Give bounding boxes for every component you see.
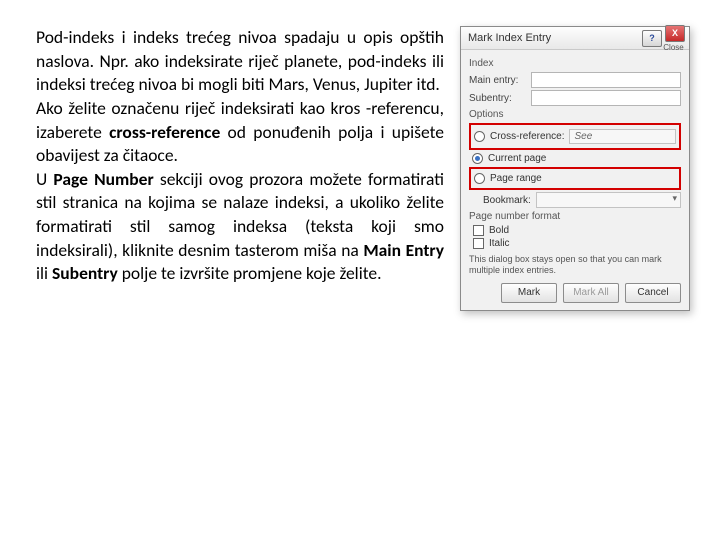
cross-reference-radio[interactable]: [474, 131, 485, 142]
cross-reference-label: Cross-reference:: [490, 131, 564, 142]
bold-subentry: Subentry: [52, 262, 118, 284]
close-label: Close: [663, 43, 683, 52]
page-range-radio[interactable]: [474, 173, 485, 184]
italic-label: Italic: [489, 238, 510, 249]
italic-checkbox[interactable]: [473, 238, 484, 249]
paragraph-1: Pod-indeks i indeks trećeg nivoa spadaju…: [36, 26, 444, 95]
help-button[interactable]: ?: [642, 30, 662, 47]
dialog-titlebar[interactable]: Mark Index Entry ? X Close: [461, 27, 689, 50]
bold-checkbox[interactable]: [473, 225, 484, 236]
dialog-note: This dialog box stays open so that you c…: [469, 254, 681, 277]
subentry-field[interactable]: [531, 90, 681, 106]
cancel-button[interactable]: Cancel: [625, 283, 681, 303]
paragraph-3e: ili: [36, 262, 52, 284]
mark-button[interactable]: Mark: [501, 283, 557, 303]
body-text: Pod-indeks i indeks trećeg nivoa spadaju…: [36, 26, 444, 520]
bookmark-label: Bookmark:: [483, 195, 531, 206]
bold-main-entry: Main Entry: [363, 239, 444, 261]
current-page-label: Current page: [488, 153, 546, 164]
close-button[interactable]: X: [665, 25, 685, 42]
mark-index-entry-dialog: Mark Index Entry ? X Close Index Main en…: [460, 26, 690, 311]
page-format-label: Page number format: [469, 211, 681, 222]
index-section-label: Index: [469, 58, 681, 69]
bookmark-dropdown[interactable]: [536, 192, 681, 208]
main-entry-field[interactable]: [531, 72, 681, 88]
main-entry-label: Main entry:: [469, 75, 531, 86]
highlight-cross-reference: Cross-reference: See: [469, 123, 681, 150]
bold-page-number: Page Number: [53, 168, 153, 190]
options-section-label: Options: [469, 109, 681, 120]
page-range-label: Page range: [490, 173, 542, 184]
highlight-page-range: Page range: [469, 167, 681, 190]
bold-label: Bold: [489, 225, 509, 236]
current-page-radio[interactable]: [472, 153, 483, 164]
cross-reference-field[interactable]: See: [569, 129, 676, 144]
paragraph-3g: polje te izvršite promjene koje želite.: [118, 262, 382, 284]
dialog-title: Mark Index Entry: [468, 32, 639, 44]
paragraph-3a: U: [36, 168, 53, 190]
bold-cross-reference: cross-reference: [109, 121, 220, 143]
subentry-label: Subentry:: [469, 93, 531, 104]
mark-all-button[interactable]: Mark All: [563, 283, 619, 303]
